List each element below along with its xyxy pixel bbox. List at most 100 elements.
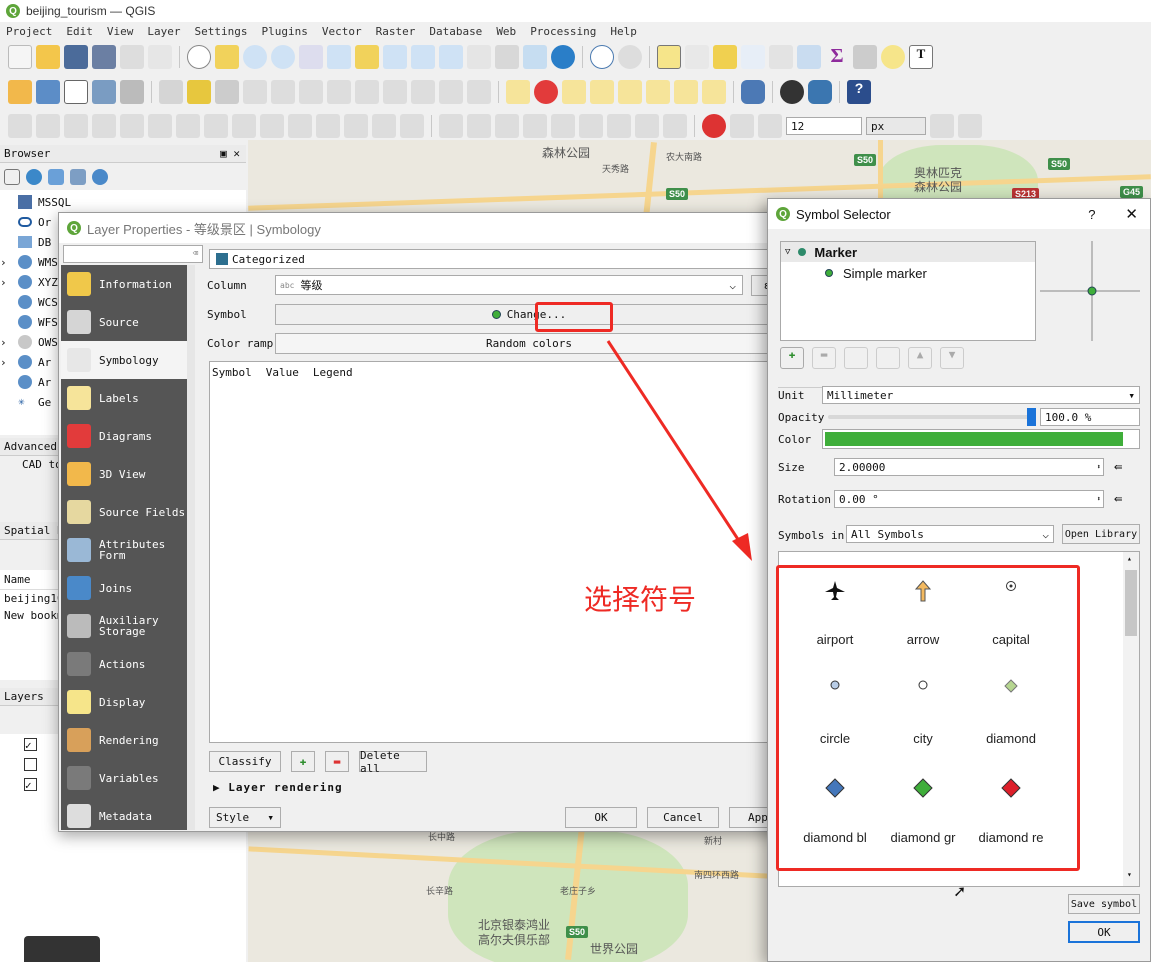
sidebar-item-attributes-form[interactable]: Attributes Form — [61, 531, 187, 569]
sidebar-item-information[interactable]: Information — [61, 265, 187, 303]
help-icon[interactable]: ? — [847, 80, 871, 104]
menu-item[interactable]: Layer — [147, 25, 180, 38]
tree-item-marker[interactable]: ▽ Marker — [781, 242, 1035, 262]
menu-item[interactable]: Help — [610, 25, 637, 38]
shape-icon[interactable] — [467, 114, 491, 138]
zoom-out-icon[interactable] — [271, 45, 295, 69]
toggle-editing-icon[interactable] — [187, 80, 211, 104]
renderer-select[interactable]: Categorized — [209, 249, 783, 269]
pan-to-selection-icon[interactable] — [215, 45, 239, 69]
add-selected-icon[interactable] — [4, 169, 20, 185]
merge-features-icon[interactable] — [344, 114, 368, 138]
menu-item[interactable]: Vector — [322, 25, 362, 38]
rectangle-icon[interactable] — [551, 114, 575, 138]
add-layer-icon[interactable] — [36, 80, 60, 104]
sidebar-item-symbology[interactable]: Symbology — [61, 341, 187, 379]
menu-item[interactable]: Edit — [66, 25, 93, 38]
move-label-icon[interactable] — [646, 80, 670, 104]
delete-ring-icon[interactable] — [176, 114, 200, 138]
zoom-selection-icon[interactable] — [355, 45, 379, 69]
change-symbol-button[interactable]: Change... — [275, 304, 783, 325]
help-button[interactable]: ? — [1088, 207, 1095, 222]
collapse-all-icon[interactable] — [70, 169, 86, 185]
rotate-label-icon[interactable] — [674, 80, 698, 104]
menu-item[interactable]: Project — [6, 25, 52, 38]
add-layer-button[interactable]: ✚ — [780, 347, 804, 369]
undo-icon[interactable] — [439, 80, 463, 104]
style-menu-button[interactable]: Style ▾ — [209, 807, 281, 828]
paste-features-icon[interactable] — [411, 80, 435, 104]
remove-category-button[interactable]: ▬ — [325, 751, 349, 772]
add-delimited-icon[interactable] — [92, 80, 116, 104]
zoom-native-icon[interactable] — [299, 45, 323, 69]
processing-toolbox-icon[interactable] — [797, 45, 821, 69]
menu-item[interactable]: View — [107, 25, 134, 38]
open-library-button[interactable]: Open Library — [1062, 524, 1140, 544]
snapping-mode-icon[interactable] — [730, 114, 754, 138]
zoom-next-icon[interactable] — [439, 45, 463, 69]
menu-item[interactable]: Settings — [194, 25, 247, 38]
sidebar-item-source-fields[interactable]: Source Fields — [61, 493, 187, 531]
layer-checkbox[interactable] — [24, 758, 37, 771]
add-part-icon[interactable] — [120, 114, 144, 138]
symbols-in-select[interactable]: All Symbols ⌵ — [846, 525, 1054, 543]
circle-icon[interactable] — [495, 114, 519, 138]
rotate-symbols-icon[interactable] — [400, 114, 424, 138]
size-input[interactable]: 2.00000 ⬍ — [834, 458, 1104, 476]
deselect-icon[interactable] — [713, 45, 737, 69]
open-project-icon[interactable] — [36, 45, 60, 69]
refresh-icon[interactable] — [551, 45, 575, 69]
rotate-feature-icon[interactable] — [36, 114, 60, 138]
menu-item[interactable]: Web — [496, 25, 516, 38]
scrollbar-thumb[interactable] — [1125, 570, 1137, 636]
modify-attributes-icon[interactable] — [299, 80, 323, 104]
show-hide-labels-icon[interactable] — [618, 80, 642, 104]
duplicate-layer-icon[interactable] — [876, 347, 900, 369]
metasearch-icon[interactable] — [780, 80, 804, 104]
cancel-button[interactable]: Cancel — [647, 807, 719, 828]
sidebar-item-labels[interactable]: Labels — [61, 379, 187, 417]
snap-unit-select[interactable]: px — [866, 117, 926, 135]
zoom-last-icon[interactable] — [411, 45, 435, 69]
trace-icon[interactable] — [663, 114, 687, 138]
sidebar-item-actions[interactable]: Actions — [61, 645, 187, 683]
polygon-icon[interactable] — [579, 114, 603, 138]
save-symbol-button[interactable]: Save symbol — [1068, 894, 1140, 914]
symbol-layer-tree[interactable]: ▽ Marker Simple marker — [780, 241, 1036, 341]
opacity-input[interactable]: 100.0 % — [1040, 408, 1140, 426]
data-source-manager-icon[interactable] — [8, 80, 32, 104]
ok-button[interactable]: OK — [1068, 921, 1140, 943]
delete-part-icon[interactable] — [204, 114, 228, 138]
save-project-icon[interactable] — [64, 45, 88, 69]
rotation-input[interactable]: 0.00 ° ⬍ — [834, 490, 1104, 508]
highlight-pinned-icon[interactable] — [590, 80, 614, 104]
snapping-magnet-icon[interactable] — [702, 114, 726, 138]
zoom-layer-icon[interactable] — [383, 45, 407, 69]
regular-polygon-icon[interactable] — [607, 114, 631, 138]
delete-selected-icon[interactable] — [327, 80, 351, 104]
reshape-icon[interactable] — [232, 114, 256, 138]
merge-attributes-icon[interactable] — [372, 114, 396, 138]
attribute-table-icon[interactable] — [741, 45, 765, 69]
show-bookmarks-icon[interactable] — [523, 45, 547, 69]
layout-manager-icon[interactable] — [148, 45, 172, 69]
info-icon[interactable] — [92, 169, 108, 185]
layer-rendering-section[interactable]: ▶ Layer rendering — [213, 781, 343, 794]
advanced-digitize-icon[interactable] — [635, 114, 659, 138]
zoom-in-icon[interactable] — [243, 45, 267, 69]
sidebar-item-metadata[interactable]: Metadata — [61, 797, 187, 835]
unit-select[interactable]: Millimeter ▾ — [822, 386, 1140, 404]
topology-icon[interactable] — [958, 114, 982, 138]
search-input[interactable]: ⌫ — [63, 245, 203, 263]
copy-features-icon[interactable] — [383, 80, 407, 104]
current-edits-icon[interactable] — [159, 80, 183, 104]
classify-button[interactable]: Classify — [209, 751, 281, 772]
split-parts-icon[interactable] — [316, 114, 340, 138]
layer-checkbox[interactable]: ✓ — [24, 738, 37, 752]
snapping-vertex-icon[interactable] — [758, 114, 782, 138]
simplify-icon[interactable] — [64, 114, 88, 138]
lock-layer-icon[interactable] — [844, 347, 868, 369]
text-annotation-icon[interactable]: T — [909, 45, 933, 69]
sidebar-item-display[interactable]: Display — [61, 683, 187, 721]
sidebar-item-auxiliary-storage[interactable]: Auxiliary Storage — [61, 607, 187, 645]
